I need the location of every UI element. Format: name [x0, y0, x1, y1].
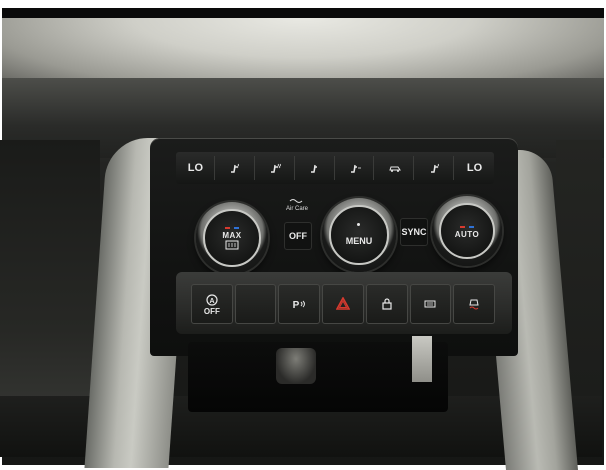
- seat-heat-icon: [271, 163, 282, 173]
- left-knob-face: MAX: [203, 209, 261, 267]
- right-knob-face: AUTO: [439, 203, 495, 259]
- heat-indicator: [460, 225, 465, 228]
- menu-knob[interactable]: MENU: [322, 198, 396, 272]
- air-care-indicator: Air Care: [280, 198, 314, 216]
- drive-mode-button[interactable]: [409, 284, 452, 324]
- left-temp-knob[interactable]: MAX: [196, 202, 268, 274]
- cool-indicator: [233, 227, 239, 230]
- off-label: OFF: [289, 231, 307, 241]
- start-stop-off-button[interactable]: A OFF: [191, 284, 233, 324]
- knob-dot: [357, 223, 361, 227]
- seat-heat-icon: [311, 164, 318, 173]
- blank-button[interactable]: [234, 284, 277, 324]
- air-care-label: Air Care: [285, 206, 308, 212]
- left-seat-heat-button[interactable]: [217, 156, 255, 180]
- traction-control-button[interactable]: [453, 284, 496, 324]
- ac-off-button[interactable]: OFF: [284, 222, 312, 250]
- auto-start-stop-icon: A: [206, 293, 218, 306]
- heat-indicator: [224, 227, 230, 230]
- defrost-button[interactable]: [297, 156, 335, 180]
- menu-label: MENU: [345, 236, 373, 247]
- airflow-button[interactable]: [337, 156, 375, 180]
- left-temp-display[interactable]: LO: [177, 156, 215, 180]
- menu-knob-face: MENU: [329, 205, 389, 265]
- right-temp-knob[interactable]: AUTO: [432, 196, 502, 266]
- car-recirc-icon: [389, 166, 401, 172]
- left-temp-label: LO: [187, 162, 204, 174]
- max-label: MAX: [222, 231, 242, 241]
- auto-label: AUTO: [454, 229, 480, 239]
- seat-heat-icon: [231, 163, 240, 173]
- drive-mode-icon: [424, 300, 436, 308]
- sync-label: SYNC: [401, 227, 427, 237]
- windshield-defrost-icon: [225, 240, 239, 250]
- park-assist-icon: P: [293, 300, 306, 311]
- cool-indicator: [469, 225, 474, 228]
- lock-icon: [382, 298, 392, 310]
- traction-off-icon: [469, 299, 479, 310]
- right-temp-label: LO: [466, 162, 483, 174]
- storage-tray: [188, 342, 448, 412]
- hazard-button[interactable]: [322, 284, 364, 324]
- left-seat-vent-button[interactable]: [257, 156, 295, 180]
- sync-button[interactable]: SYNC: [400, 218, 428, 246]
- park-assist-button[interactable]: P: [278, 284, 321, 324]
- lower-button-row: A OFF P: [190, 284, 496, 324]
- air-care-icon: [289, 199, 303, 203]
- tray-reflection: [276, 348, 316, 384]
- hazard-icon: [336, 297, 351, 310]
- top-button-strip: LO LO: [176, 152, 494, 184]
- svg-text:P: P: [293, 300, 300, 311]
- right-temp-display[interactable]: LO: [456, 156, 493, 180]
- svg-text:A: A: [209, 298, 214, 305]
- recirculation-button[interactable]: [376, 156, 415, 180]
- seat-heat-icon: [430, 163, 439, 173]
- right-seat-heat-button[interactable]: [416, 156, 455, 180]
- central-lock-button[interactable]: [365, 284, 408, 324]
- tray-slot: [412, 336, 432, 382]
- seat-heat-icon: [350, 164, 361, 173]
- start-stop-off-label: OFF: [203, 306, 220, 316]
